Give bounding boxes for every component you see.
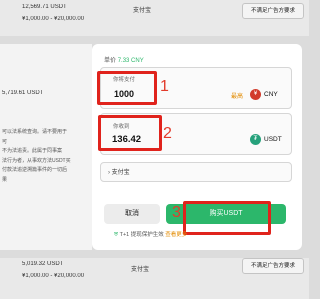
payment-method: › 支付宝 <box>108 170 130 176</box>
pay-currency: CNY <box>264 91 278 98</box>
cny-currency-icon: ¥ <box>250 89 261 100</box>
annotation-box-2 <box>98 115 162 151</box>
price-value: 7.33 CNY <box>117 58 144 64</box>
listing-amount: 12,569.71 USDT <box>22 4 67 10</box>
seller-amount: 5,719.61 USDT <box>2 90 44 96</box>
listing-limit: ¥1,000.00 - ¥20,000.00 <box>22 16 85 22</box>
usdt-currency-icon: ₮ <box>250 134 261 145</box>
cancel-button[interactable]: 取消 <box>104 204 160 224</box>
requirement-button-2[interactable]: 不满足广告方要求 <box>242 258 304 274</box>
annotation-number-2: 2 <box>163 125 172 142</box>
seller-notice: 可以法系统查询。请不要用于 可 不为法追责。此属于同事案 法行为者，从事欢方法U… <box>2 129 71 183</box>
max-button[interactable]: 最高 <box>231 91 243 100</box>
annotation-number-1: 1 <box>160 78 169 95</box>
shield-icon: ⛨ <box>114 232 119 238</box>
chevron-right-icon: › <box>108 170 110 176</box>
listing-limit-2: ¥1,000.00 - ¥20,000.00 <box>22 273 85 279</box>
withdrawal-notice: ⛨ T+1 提现保护生效 查看更多 <box>114 232 188 238</box>
annotation-box-3 <box>183 201 271 235</box>
unit-price: 单价 7.33 CNY <box>104 58 144 64</box>
requirement-button[interactable]: 不满足广告方要求 <box>242 3 304 19</box>
listing-payment: 支付宝 <box>133 8 152 14</box>
listing-payment-2: 支付宝 <box>131 267 150 273</box>
learn-more-link[interactable]: 查看更多 <box>165 232 187 238</box>
annotation-number-3: 3 <box>172 204 181 221</box>
receive-currency: USDT <box>264 136 282 143</box>
annotation-box-1 <box>97 71 157 105</box>
listing-amount-2: 5,019.32 USDT <box>22 261 64 267</box>
